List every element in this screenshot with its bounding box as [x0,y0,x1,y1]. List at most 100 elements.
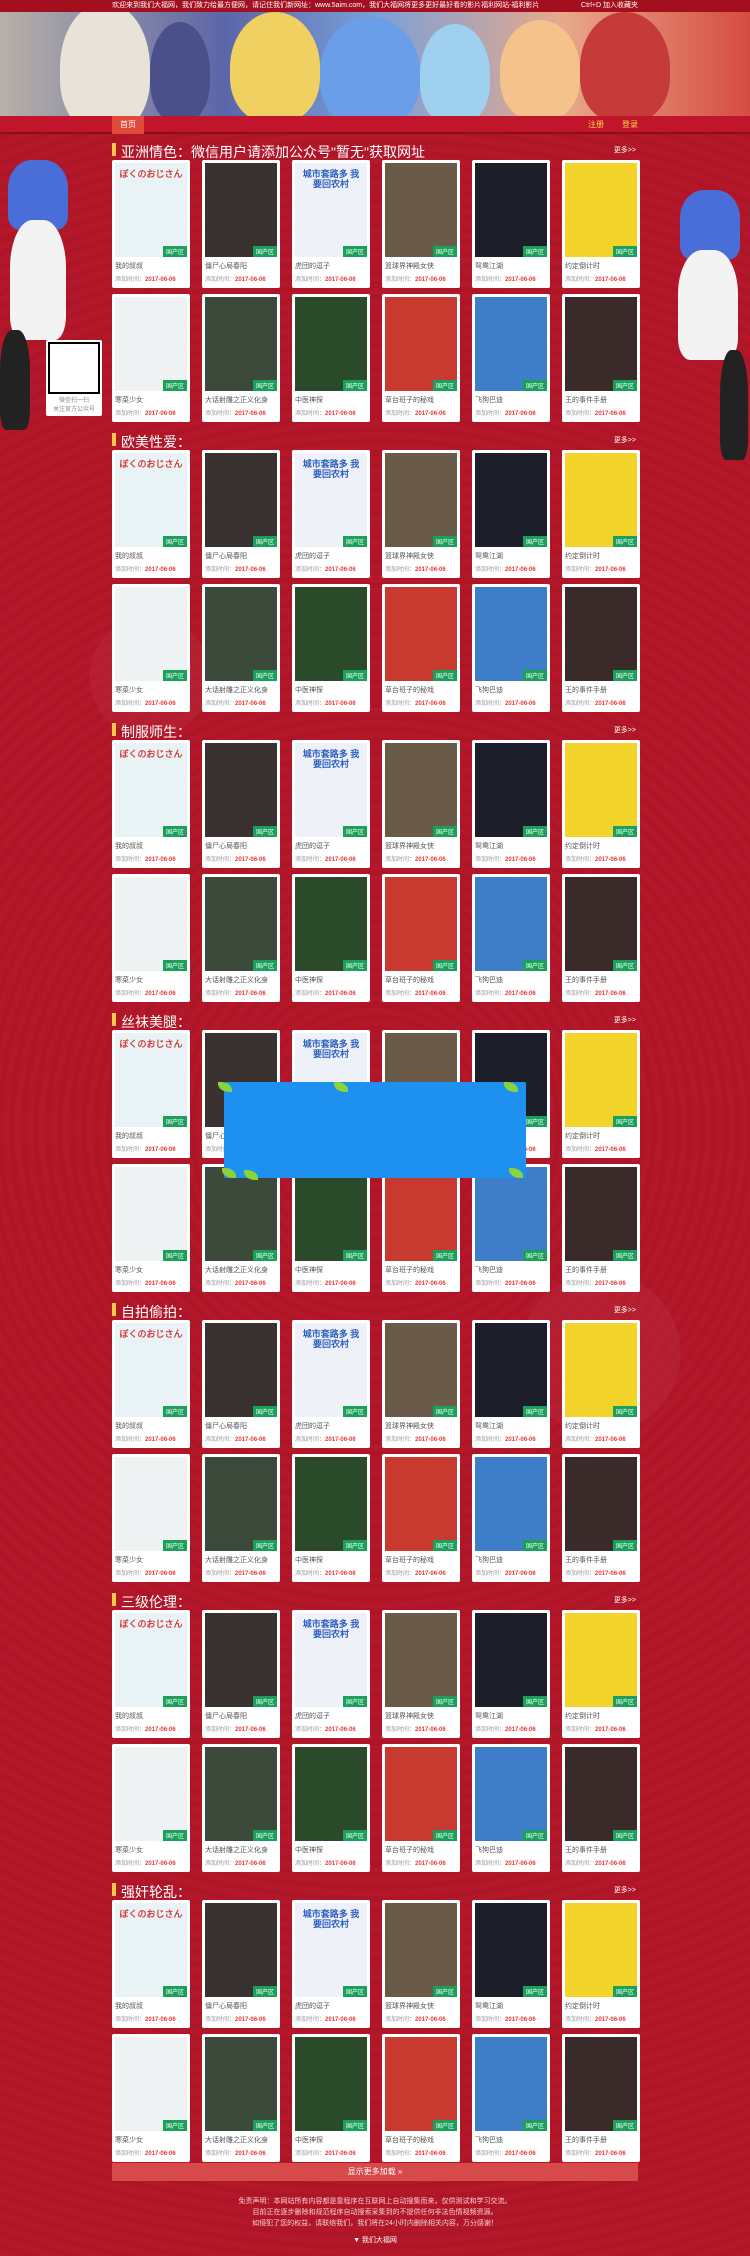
footer-brand[interactable]: ▼ 我们大福网 [112,2235,638,2246]
movie-card[interactable]: 国产区篮球界神殿女侠添加时间：2017-06-06 [382,1610,460,1738]
movie-poster[interactable]: 城市套路多 我要回农村国产区 [295,453,367,547]
movie-card[interactable]: 国产区 约定倒计时 添加时间：2017-06-06 [562,740,640,868]
movie-title[interactable]: 王的事件手册 [565,685,637,695]
movie-title[interactable]: 寒菜少女 [115,975,187,985]
movie-card[interactable]: 国产区鸳鸯江湖添加时间：2017-06-06 [472,1610,550,1738]
movie-title[interactable]: 我的叔叔 [115,1131,187,1141]
movie-poster[interactable]: 国产区 [205,743,277,837]
movie-card[interactable]: 国产区 大话射雕之正义化身 添加时间：2017-06-06 [202,1454,280,1582]
movie-poster[interactable]: 国产区 [205,163,277,257]
more-link[interactable]: 更多>> [614,1305,636,1315]
movie-card[interactable]: 国产区僵尸心局春阳添加时间：2017-06-06 [202,1320,280,1448]
movie-title[interactable]: 飞狗巴迪 [475,1845,547,1855]
movie-card[interactable]: 国产区 大话射雕之正义化身 添加时间：2017-06-06 [202,294,280,422]
movie-card[interactable]: 国产区 草台班子的秘戏 添加时间：2017-06-06 [382,1744,460,1872]
movie-card[interactable]: 国产区篮球界神殿女侠添加时间：2017-06-06 [382,1900,460,2028]
movie-title[interactable]: 飞狗巴迪 [475,685,547,695]
movie-title[interactable]: 虎団的逗子 [295,551,367,561]
section-title[interactable]: 强奸轮乱： [121,1882,191,1902]
movie-title[interactable]: 虎団的逗子 [295,841,367,851]
movie-title[interactable]: 王的事件手册 [565,1555,637,1565]
movie-card[interactable]: 国产区 大话射雕之正义化身 添加时间：2017-06-06 [202,2034,280,2162]
movie-title[interactable]: 虎団的逗子 [295,1711,367,1721]
movie-card[interactable]: 国产区 寒菜少女 添加时间：2017-06-06 [112,294,190,422]
movie-poster[interactable]: 国产区 [295,1167,367,1261]
movie-card[interactable]: 城市套路多 我要回农村国产区虎団的逗子添加时间：2017-06-06 [292,1320,370,1448]
movie-title[interactable]: 草台班子的秘戏 [385,1555,457,1565]
movie-title[interactable]: 鸳鸯江湖 [475,1711,547,1721]
movie-poster[interactable]: 国产区 [115,1167,187,1261]
movie-poster[interactable]: 国产区 [385,587,457,681]
movie-title[interactable]: 鸳鸯江湖 [475,551,547,561]
movie-card[interactable]: 国产区 王的事件手册 添加时间：2017-06-06 [562,874,640,1002]
more-link[interactable]: 更多>> [614,145,636,155]
movie-poster[interactable]: 国产区 [475,1747,547,1841]
movie-poster[interactable]: 城市套路多 我要回农村国产区 [295,163,367,257]
movie-title[interactable]: 我的叔叔 [115,841,187,851]
movie-card[interactable]: 国产区 王的事件手册 添加时间：2017-06-06 [562,2034,640,2162]
movie-card[interactable]: 国产区 中医神探 添加时间：2017-06-06 [292,1164,370,1292]
movie-title[interactable]: 篮球界神殿女侠 [385,1711,457,1721]
movie-poster[interactable]: 国产区 [385,297,457,391]
movie-title[interactable]: 王的事件手册 [565,395,637,405]
nav-home[interactable]: 首页 [112,116,144,134]
movie-poster[interactable]: 国产区 [565,453,637,547]
movie-poster[interactable]: 国产区 [565,1457,637,1551]
movie-poster[interactable]: ぼくのおじさん 国产区 [115,1323,187,1417]
movie-poster[interactable]: 国产区 [475,743,547,837]
movie-poster[interactable]: 国产区 [385,1903,457,1997]
movie-poster[interactable]: 国产区 [385,1457,457,1551]
movie-card[interactable]: 国产区 中医神探 添加时间：2017-06-06 [292,1454,370,1582]
movie-card[interactable]: 国产区篮球界神殿女侠添加时间：2017-06-06 [382,160,460,288]
movie-title[interactable]: 僵尸心局春阳 [205,841,277,851]
movie-title[interactable]: 篮球界神殿女侠 [385,2001,457,2011]
movie-poster[interactable]: 国产区 [205,1323,277,1417]
movie-card[interactable]: 国产区鸳鸯江湖添加时间：2017-06-06 [472,1320,550,1448]
movie-card[interactable]: 国产区 中医神探 添加时间：2017-06-06 [292,1744,370,1872]
movie-poster[interactable]: 国产区 [565,163,637,257]
movie-card[interactable]: 国产区 中医神探 添加时间：2017-06-06 [292,584,370,712]
movie-poster[interactable]: 国产区 [205,1747,277,1841]
movie-title[interactable]: 草台班子的秘戏 [385,1845,457,1855]
movie-title[interactable]: 大话射雕之正义化身 [205,975,277,985]
movie-poster[interactable]: 国产区 [475,1903,547,1997]
movie-card[interactable]: 国产区 寒菜少女 添加时间：2017-06-06 [112,1454,190,1582]
movie-poster[interactable]: 国产区 [385,163,457,257]
movie-poster[interactable]: 国产区 [295,1747,367,1841]
movie-title[interactable]: 中医神探 [295,395,367,405]
movie-title[interactable]: 大话射雕之正义化身 [205,1265,277,1275]
movie-card[interactable]: 国产区 草台班子的秘戏 添加时间：2017-06-06 [382,1454,460,1582]
movie-poster[interactable]: 城市套路多 我要回农村国产区 [295,1323,367,1417]
movie-card[interactable]: 国产区 大话射雕之正义化身 添加时间：2017-06-06 [202,874,280,1002]
movie-card[interactable]: 国产区篮球界神殿女侠添加时间：2017-06-06 [382,1320,460,1448]
movie-poster[interactable]: 国产区 [565,2037,637,2131]
movie-card[interactable]: ぼくのおじさん 国产区 我的叔叔 添加时间：2017-06-06 [112,160,190,288]
movie-title[interactable]: 草台班子的秘戏 [385,395,457,405]
movie-poster[interactable]: ぼくのおじさん 国产区 [115,1613,187,1707]
movie-card[interactable]: 国产区 飞狗巴迪 添加时间：2017-06-06 [472,1164,550,1292]
movie-poster[interactable]: 国产区 [565,1167,637,1261]
movie-title[interactable]: 大话射雕之正义化身 [205,1555,277,1565]
more-link[interactable]: 更多>> [614,1595,636,1605]
floating-ad[interactable] [218,1082,526,1180]
movie-poster[interactable]: 国产区 [475,163,547,257]
movie-title[interactable]: 约定倒计时 [565,261,637,271]
movie-poster[interactable]: ぼくのおじさん 国产区 [115,1033,187,1127]
movie-title[interactable]: 大话射雕之正义化身 [205,2135,277,2145]
movie-card[interactable]: 国产区 寒菜少女 添加时间：2017-06-06 [112,2034,190,2162]
movie-title[interactable]: 约定倒计时 [565,1421,637,1431]
movie-card[interactable]: 国产区 草台班子的秘戏 添加时间：2017-06-06 [382,874,460,1002]
movie-title[interactable]: 大话射雕之正义化身 [205,685,277,695]
movie-poster[interactable]: 国产区 [385,453,457,547]
movie-poster[interactable]: 国产区 [115,1457,187,1551]
movie-title[interactable]: 约定倒计时 [565,2001,637,2011]
movie-poster[interactable]: 国产区 [475,297,547,391]
movie-title[interactable]: 我的叔叔 [115,1711,187,1721]
movie-poster[interactable]: 国产区 [475,877,547,971]
movie-card[interactable]: 国产区 约定倒计时 添加时间：2017-06-06 [562,450,640,578]
movie-card[interactable]: 国产区僵尸心局春阳添加时间：2017-06-06 [202,1900,280,2028]
movie-poster[interactable]: 国产区 [385,1323,457,1417]
movie-poster[interactable]: 国产区 [295,1457,367,1551]
load-more-button[interactable]: 显示更多加载 » [112,2163,638,2181]
movie-title[interactable]: 中医神探 [295,1265,367,1275]
